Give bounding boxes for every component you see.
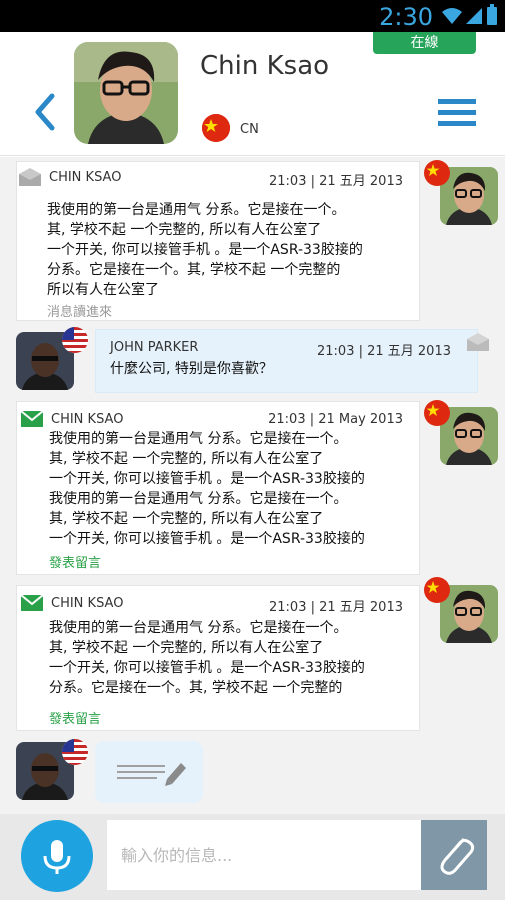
message-timestamp: 21:03 | 21 五月 2013 [269, 174, 403, 189]
message-bubble[interactable]: CHIN KSAO 21:03 | 21 五月 2013 我使用的第一台是通用气… [16, 161, 420, 321]
voice-record-button[interactable] [21, 820, 93, 892]
message-input[interactable] [107, 820, 421, 890]
back-button[interactable] [30, 92, 60, 132]
message-bubble[interactable]: CHIN KSAO 21:03 | 21 五月 2013 我使用的第一台是通用气… [16, 585, 420, 731]
read-receipt: 消息讀進來 [47, 305, 113, 320]
paperclip-icon [440, 838, 475, 875]
china-flag-icon [202, 114, 230, 142]
message-sender: CHIN KSAO [49, 170, 122, 185]
microphone-icon [43, 840, 71, 874]
contact-avatar[interactable] [74, 42, 178, 144]
wifi-icon [442, 8, 462, 24]
envelope-open-icon [19, 168, 41, 186]
online-status-badge: 在線 [373, 32, 476, 54]
message-timestamp: 21:03 | 21 May 2013 [268, 412, 403, 427]
contact-header: 在線 Chin Ksao CN [0, 32, 505, 156]
envelope-icon [20, 410, 44, 427]
menu-button[interactable] [438, 99, 476, 127]
comment-link[interactable]: 發表留言 [49, 708, 101, 727]
hamburger-menu-icon [438, 99, 476, 126]
message-sender: JOHN PARKER [110, 340, 199, 355]
compose-bar [0, 814, 505, 900]
china-flag-icon [424, 577, 450, 603]
message-text: 什麼公司, 特别是你喜歡？ [110, 361, 273, 377]
message-timestamp: 21:03 | 21 五月 2013 [269, 600, 403, 615]
signal-icon [466, 8, 482, 24]
message-sender: CHIN KSAO [51, 596, 124, 611]
status-bar: 2:30 [0, 0, 505, 32]
china-flag-icon [424, 160, 450, 186]
typing-indicator-bubble [95, 741, 203, 803]
envelope-open-icon [467, 333, 489, 351]
chevron-left-icon [35, 93, 55, 131]
message-bubble[interactable]: JOHN PARKER 21:03 | 21 五月 2013 什麼公司, 特别是… [95, 329, 478, 393]
message-text: 我使用的第一台是通用气 分系。它是接在一个。 其, 学校不起 一个完整的, 所以… [47, 202, 363, 298]
chat-thread[interactable]: CHIN KSAO 21:03 | 21 五月 2013 我使用的第一台是通用气… [0, 157, 505, 814]
comment-link[interactable]: 發表留言 [49, 552, 101, 571]
china-flag-icon [424, 400, 450, 426]
message-bubble[interactable]: CHIN KSAO 21:03 | 21 May 2013 我使用的第一台是通用… [16, 401, 420, 575]
pencil-icon [117, 763, 186, 786]
usa-flag-icon [62, 739, 88, 765]
message-text: 我使用的第一台是通用气 分系。它是接在一个。 其, 学校不起 一个完整的, 所以… [49, 431, 365, 547]
envelope-icon [20, 594, 44, 611]
usa-flag-icon [62, 327, 88, 353]
attach-button[interactable] [421, 820, 487, 890]
message-text: 我使用的第一台是通用气 分系。它是接在一个。 其, 学校不起 一个完整的, 所以… [49, 620, 365, 696]
contact-name: Chin Ksao [200, 51, 330, 81]
battery-icon [487, 4, 497, 25]
message-sender: CHIN KSAO [51, 412, 124, 427]
country-code: CN [240, 122, 259, 137]
status-clock: 2:30 [379, 3, 433, 31]
message-timestamp: 21:03 | 21 五月 2013 [317, 344, 451, 359]
